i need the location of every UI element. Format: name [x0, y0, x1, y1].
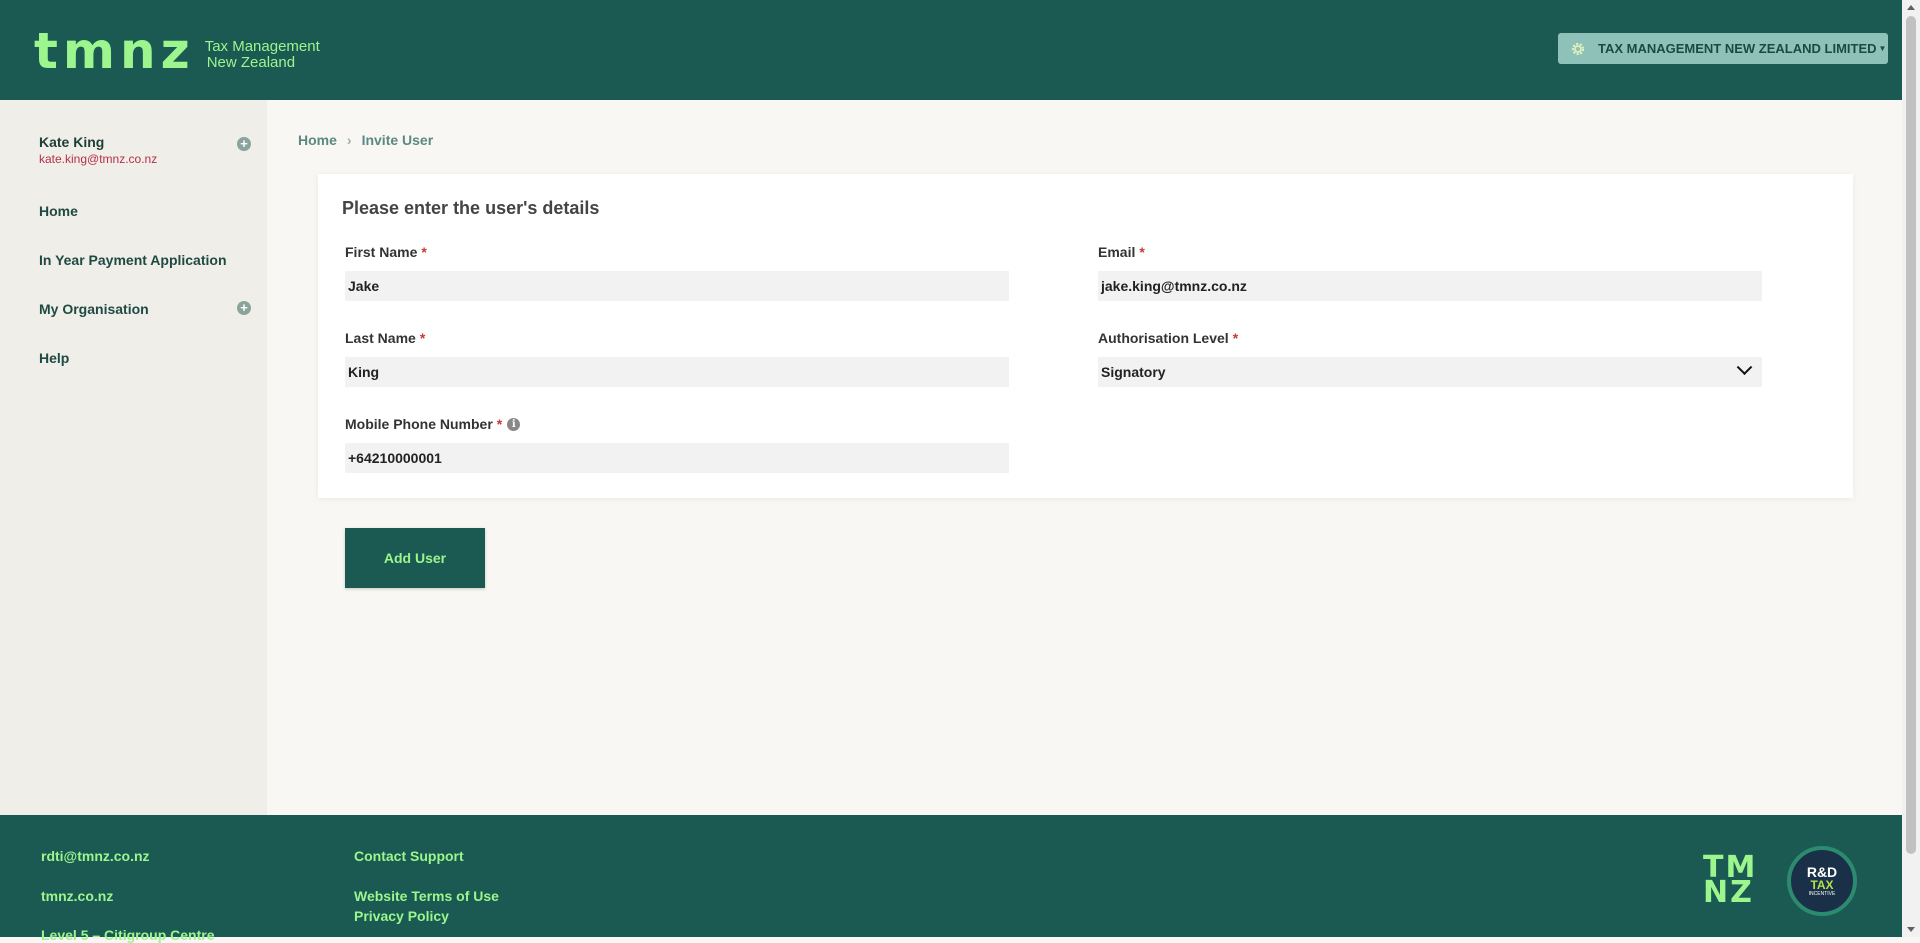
website-terms-link[interactable]: Website Terms of Use: [354, 888, 499, 904]
scroll-down-arrow-icon[interactable]: [1907, 927, 1915, 932]
top-header: tmnz Tax Management New Zealand TAX MANA…: [0, 0, 1902, 100]
last-name-label-text: Last Name: [345, 330, 416, 346]
invite-user-form: Please enter the user's details First Na…: [318, 174, 1853, 498]
required-marker: *: [1232, 330, 1239, 346]
mobile-phone-value: +64210000001: [348, 450, 442, 466]
caret-down-icon: ▼: [1878, 44, 1887, 53]
last-name-label: Last Name *: [345, 330, 425, 346]
current-user-name: Kate King: [39, 134, 105, 150]
expand-user-plus-icon[interactable]: +: [237, 137, 251, 151]
organisation-name: TAX MANAGEMENT NEW ZEALAND LIMITED: [1598, 41, 1877, 56]
privacy-policy-link[interactable]: Privacy Policy: [354, 908, 449, 924]
footer-email-link[interactable]: rdti@tmnz.co.nz: [41, 848, 150, 864]
authorisation-level-label: Authorisation Level *: [1098, 330, 1238, 346]
authorisation-level-label-text: Authorisation Level: [1098, 330, 1229, 346]
gear-icon: [1572, 42, 1584, 55]
info-icon[interactable]: i: [507, 417, 521, 431]
breadcrumb-current: Invite User: [361, 132, 434, 148]
first-name-value: Jake: [348, 278, 380, 294]
tmnz-logo[interactable]: tmnz Tax Management New Zealand: [34, 22, 320, 80]
email-value: jake.king@tmnz.co.nz: [1101, 278, 1247, 294]
required-marker: *: [419, 330, 426, 346]
scroll-up-arrow-icon[interactable]: [1907, 5, 1915, 10]
first-name-label-text: First Name: [345, 244, 418, 260]
first-name-field[interactable]: Jake: [345, 271, 1009, 301]
rd-tax-incentive-badge: R&D TAX INCENTIVE: [1787, 846, 1857, 916]
logo-mark: tmnz: [34, 22, 195, 80]
badge-line-2: TAX: [1810, 878, 1834, 892]
organisation-selector[interactable]: TAX MANAGEMENT NEW ZEALAND LIMITED ▼: [1558, 33, 1888, 64]
logo-text: Tax Management New Zealand: [205, 30, 320, 71]
mobile-label: Mobile Phone Number * i: [345, 416, 521, 432]
authorisation-level-value: Signatory: [1101, 364, 1166, 380]
breadcrumb: Home › Invite User: [298, 132, 433, 148]
badge-line-3: INCENTIVE: [1808, 891, 1836, 897]
logo-line-1: Tax Management: [204, 38, 320, 55]
current-user-email: kate.king@tmnz.co.nz: [39, 152, 158, 166]
last-name-field[interactable]: King: [345, 357, 1009, 387]
scrollbar-thumb[interactable]: [1906, 16, 1916, 854]
first-name-label: First Name *: [345, 244, 427, 260]
last-name-value: King: [348, 364, 380, 380]
footer-logo-bottom: NZ: [1703, 875, 1754, 910]
footer: rdti@tmnz.co.nz tmnz.co.nz Level 5 – Cit…: [0, 815, 1902, 943]
footer-tmnz-logo: TM NZ: [1703, 853, 1757, 910]
sidebar-item-home[interactable]: Home: [39, 203, 78, 219]
required-marker: *: [421, 244, 427, 260]
badge-line-1: R&D: [1806, 864, 1838, 880]
sidebar-item-in-year-payment-application[interactable]: In Year Payment Application: [39, 252, 227, 268]
contact-support-link[interactable]: Contact Support: [354, 848, 464, 864]
add-user-button[interactable]: Add User: [345, 528, 485, 588]
expand-organisation-plus-icon[interactable]: +: [237, 301, 251, 315]
email-field[interactable]: jake.king@tmnz.co.nz: [1098, 271, 1762, 301]
chevron-right-icon: ›: [346, 132, 352, 148]
authorisation-level-select[interactable]: Signatory: [1098, 357, 1762, 387]
sidebar-item-my-organisation[interactable]: My Organisation: [39, 301, 149, 317]
page-scrollbar[interactable]: [1902, 0, 1920, 937]
required-marker: *: [496, 416, 503, 432]
mobile-phone-field[interactable]: +64210000001: [345, 443, 1009, 473]
sidebar-item-help[interactable]: Help: [39, 350, 69, 366]
footer-website-link[interactable]: tmnz.co.nz: [41, 888, 113, 904]
email-label: Email *: [1098, 244, 1145, 260]
email-label-text: Email: [1098, 244, 1136, 260]
sidebar: Kate King kate.king@tmnz.co.nz + Home In…: [0, 100, 267, 815]
required-marker: *: [1139, 244, 1145, 260]
mobile-label-text: Mobile Phone Number: [345, 416, 493, 432]
form-title: Please enter the user's details: [342, 198, 600, 218]
logo-line-2: New Zealand: [206, 54, 296, 71]
chevron-down-icon: [1736, 359, 1753, 376]
footer-address: Level 5 – Citigroup Centre: [41, 927, 215, 943]
breadcrumb-home[interactable]: Home: [298, 132, 337, 148]
